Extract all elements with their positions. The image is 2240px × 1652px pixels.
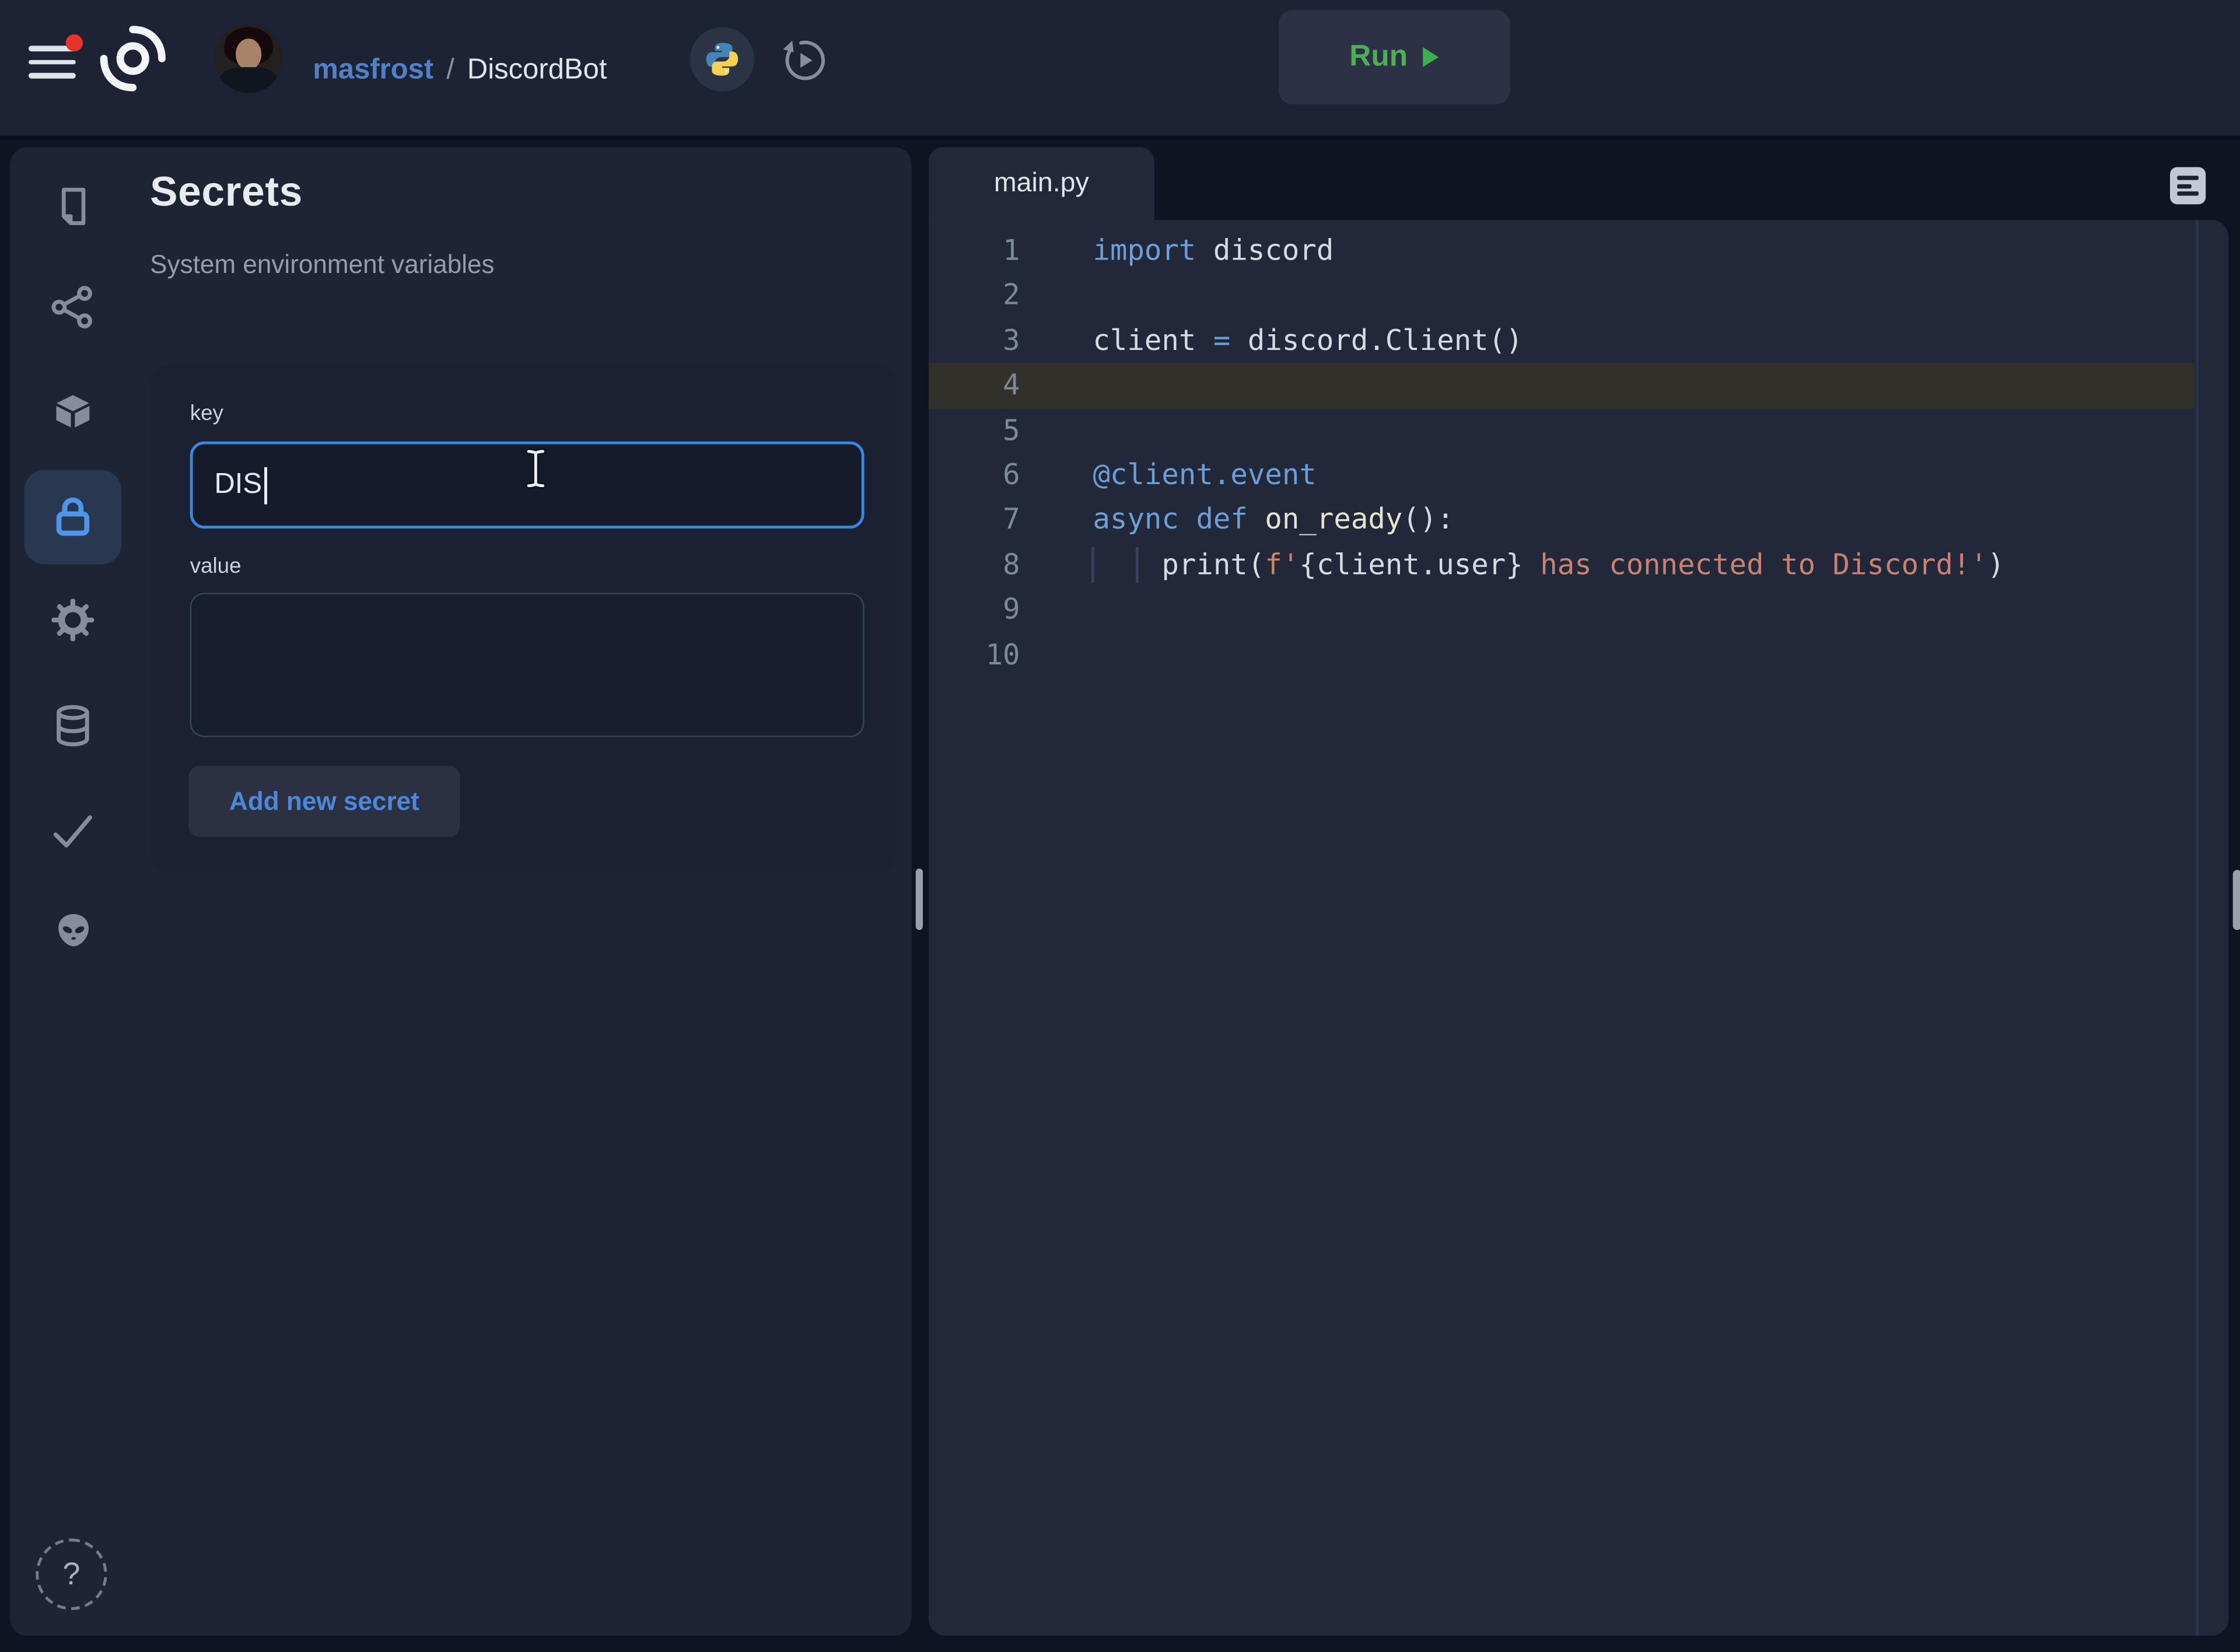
panel-subtitle: System environment variables [150,250,494,280]
key-input[interactable]: DIS [190,442,864,528]
check-icon [47,806,99,857]
sidebar-item-secrets[interactable] [24,470,122,565]
editor-scroll-gutter [2196,220,2199,1636]
line-number: 1 [929,229,1020,274]
code-line-9[interactable]: 9 [929,587,2194,632]
replit-logo-icon[interactable] [97,23,169,94]
line-number: 2 [929,274,1020,318]
new-secret-card: key DIS value Add new secret [152,364,896,873]
notification-dot [66,34,83,51]
key-input-value: DIS [214,468,262,501]
tab-main-py[interactable]: main.py [929,147,1154,221]
code-line-4[interactable]: 4 [929,363,2194,408]
code-line-3[interactable]: 3client = discord.Client() [929,318,2194,363]
sidebar-item-files[interactable] [24,159,122,253]
indent-guide [1091,547,1094,583]
sidebar-item-checklist[interactable] [24,784,122,878]
sidebar-item-settings[interactable] [24,573,122,667]
line-number: 6 [929,453,1020,498]
code-editor[interactable]: 1import discord23client = discord.Client… [929,220,2229,1636]
editor-pane: main.py 1import discord23client = discor… [929,147,2229,1636]
line-number: 10 [929,632,1020,677]
line-number: 9 [929,587,1020,632]
share-icon [48,283,97,331]
indent-guide [1136,547,1139,583]
panel-resize-handle[interactable] [916,869,923,930]
line-number: 4 [929,363,1020,408]
alien-icon [49,908,96,955]
code-line-8[interactable]: 8 print(f'{client.user} has connected to… [929,542,2194,587]
help-button[interactable]: ? [36,1539,107,1610]
code-line-10[interactable]: 10 [929,632,2194,677]
python-language-icon[interactable] [690,27,754,92]
line-number: 7 [929,498,1020,542]
breadcrumb-username[interactable]: masfrost [313,54,433,86]
sidebar-item-version-control[interactable] [24,260,122,355]
breadcrumb: masfrost / DiscordBot [313,0,607,140]
key-label: key [190,401,223,426]
value-textarea[interactable] [190,593,864,737]
code-line-6[interactable]: 6@client.event [929,453,2194,498]
help-button-label: ? [62,1556,80,1593]
code-line-2[interactable]: 2 [929,274,2194,318]
text-caret [265,467,268,504]
replit-workspace: masfrost / DiscordBot Run [0,0,2240,1652]
file-icon [49,182,96,229]
play-icon [1423,47,1439,67]
gear-icon [48,596,97,644]
user-avatar[interactable] [214,24,283,93]
line-number: 5 [929,408,1020,453]
line-number: 3 [929,318,1020,363]
right-edge-resize-handle[interactable] [2233,870,2240,930]
database-icon [48,701,97,750]
history-icon[interactable] [777,34,830,88]
add-new-secret-button[interactable]: Add new secret [188,766,460,837]
code-line-5[interactable]: 5 [929,408,2194,453]
run-button[interactable]: Run [1279,10,1510,104]
file-list-toggle-icon[interactable] [2170,167,2206,205]
lock-icon [47,491,99,542]
breadcrumb-separator: / [446,54,454,86]
sidebar-item-database[interactable] [24,678,122,773]
hamburger-menu-icon[interactable] [29,46,76,80]
secrets-panel: ? Secrets System environment variables k… [10,147,911,1636]
code-line-1[interactable]: 1import discord [929,229,2194,274]
sidebar-item-packages[interactable] [24,366,122,460]
run-button-label: Run [1349,40,1408,75]
cube-icon [48,388,97,437]
top-header: masfrost / DiscordBot Run [0,0,2240,140]
breadcrumb-project[interactable]: DiscordBot [467,54,607,86]
code-lines: 1import discord23client = discord.Client… [929,229,2194,677]
panel-title: Secrets [150,170,303,217]
line-number: 8 [929,542,1020,587]
sidebar-item-extensions[interactable] [24,884,122,979]
value-label: value [190,554,242,579]
code-line-7[interactable]: 7async def on_ready(): [929,498,2194,542]
